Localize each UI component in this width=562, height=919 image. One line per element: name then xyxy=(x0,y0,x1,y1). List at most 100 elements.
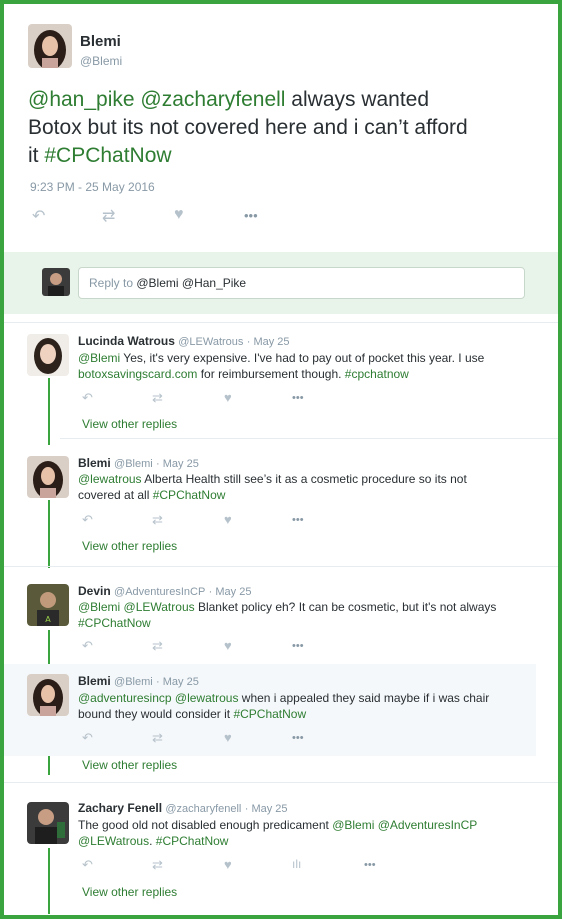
like-icon[interactable]: ♥ xyxy=(174,206,184,224)
reply-author-handle[interactable]: @LEWatrous xyxy=(178,336,243,348)
reply-icon[interactable]: ↶ xyxy=(82,638,93,654)
view-other-replies-link[interactable]: View other replies xyxy=(82,539,177,553)
reply-author-name[interactable]: Zachary Fenell xyxy=(78,801,162,815)
mention-link[interactable]: @zacharyfenell xyxy=(140,88,285,111)
reply-text-part: The good old not disabled enough predica… xyxy=(78,818,333,832)
reply-icon[interactable]: ↶ xyxy=(82,512,93,528)
reply-author-name[interactable]: Blemi xyxy=(78,674,111,688)
avatar[interactable]: A xyxy=(27,584,69,626)
thread-line xyxy=(48,500,50,568)
reply-date[interactable]: · May 25 xyxy=(247,336,290,348)
reply-author-handle[interactable]: @zacharyfenell xyxy=(165,803,241,815)
mention-link[interactable]: @adventuresincp @lewatrous xyxy=(78,691,238,705)
mention-link[interactable]: @han_pike xyxy=(28,88,135,111)
author-handle[interactable]: @Blemi xyxy=(80,54,122,68)
reply-mention: @Blemi xyxy=(136,276,179,290)
reply-text-part: Alberta Health still see’s it as a cosme… xyxy=(141,472,467,486)
avatar[interactable] xyxy=(28,24,72,68)
avatar[interactable] xyxy=(27,456,69,498)
avatar[interactable] xyxy=(27,674,69,716)
analytics-icon[interactable]: ılı xyxy=(292,857,301,871)
reply-text: @lewatrous Alberta Health still see’s it… xyxy=(78,471,528,503)
like-icon[interactable]: ♥ xyxy=(224,512,232,527)
reply-author-name[interactable]: Lucinda Watrous xyxy=(78,334,175,348)
reply-header: Blemi @Blemi · May 25 xyxy=(78,674,199,688)
retweet-icon[interactable]: ⇄ xyxy=(152,512,163,528)
reply-text-part: covered at all xyxy=(78,488,153,502)
url-link[interactable]: botoxsavingscard.com xyxy=(78,367,197,381)
like-icon[interactable]: ♥ xyxy=(224,390,232,405)
reply-icon[interactable]: ↶ xyxy=(32,206,45,226)
view-other-replies-link[interactable]: View other replies xyxy=(82,758,177,772)
tweet-text: @han_pike @zacharyfenell always wanted B… xyxy=(28,86,538,170)
mention-link[interactable]: @LEWatrous xyxy=(78,834,149,848)
reply-header: Devin @AdventuresInCP · May 25 xyxy=(78,584,251,598)
hashtag-link[interactable]: #CPChatNow xyxy=(156,834,229,848)
reply-icon[interactable]: ↶ xyxy=(82,857,93,873)
like-icon[interactable]: ♥ xyxy=(224,638,232,653)
thread-line xyxy=(48,378,50,445)
reply-text-part: for reimbursement though. xyxy=(197,367,345,381)
reply-author-handle[interactable]: @Blemi xyxy=(114,676,153,688)
svg-text:A: A xyxy=(45,615,51,624)
more-icon[interactable]: ••• xyxy=(244,208,258,223)
reply-header: Zachary Fenell @zacharyfenell · May 25 xyxy=(78,801,288,815)
reply-mention: @Han_Pike xyxy=(181,276,247,290)
like-icon[interactable]: ♥ xyxy=(224,730,232,745)
hashtag-link[interactable]: #CPChatNow xyxy=(153,488,226,502)
retweet-icon[interactable]: ⇄ xyxy=(102,206,115,226)
reply-date[interactable]: · May 25 xyxy=(245,803,288,815)
more-icon[interactable]: ••• xyxy=(292,732,304,744)
view-other-replies-link[interactable]: View other replies xyxy=(82,885,177,899)
like-icon[interactable]: ♥ xyxy=(224,857,232,872)
reply-author-handle[interactable]: @Blemi xyxy=(114,458,153,470)
avatar[interactable] xyxy=(27,334,69,376)
hashtag-link[interactable]: #CPChatNow xyxy=(78,616,151,630)
retweet-icon[interactable]: ⇄ xyxy=(152,730,163,746)
reply-date[interactable]: · May 25 xyxy=(156,458,199,470)
avatar xyxy=(42,268,70,296)
more-icon[interactable]: ••• xyxy=(292,392,304,404)
reply-input[interactable]: Reply to @Blemi @Han_Pike xyxy=(78,267,525,299)
divider xyxy=(4,782,558,783)
reply-author-handle[interactable]: @AdventuresInCP xyxy=(114,586,205,598)
mention-link[interactable]: @Blemi @LEWatrous xyxy=(78,600,195,614)
reply-placeholder: Reply to xyxy=(89,276,137,290)
tweet-text-part: it xyxy=(28,144,45,167)
view-other-replies-link[interactable]: View other replies xyxy=(82,417,177,431)
divider xyxy=(4,322,558,323)
reply-author-name[interactable]: Blemi xyxy=(78,456,111,470)
reply-text-part: . xyxy=(149,834,156,848)
more-icon[interactable]: ••• xyxy=(292,514,304,526)
thread-line xyxy=(48,848,50,914)
mention-link[interactable]: @Blemi xyxy=(78,351,120,365)
reply-text-part: when i appealed they said maybe if i was… xyxy=(238,691,490,705)
reply-date[interactable]: · May 25 xyxy=(156,676,199,688)
divider xyxy=(60,438,558,439)
hashtag-link[interactable]: #cpchatnow xyxy=(345,367,409,381)
reply-header: Lucinda Watrous @LEWatrous · May 25 xyxy=(78,334,290,348)
mention-link[interactable]: @lewatrous xyxy=(78,472,142,486)
tweet-text-part: always wanted xyxy=(285,88,430,111)
avatar[interactable] xyxy=(27,802,69,844)
more-icon[interactable]: ••• xyxy=(292,640,304,652)
hashtag-link[interactable]: #CPChatNow xyxy=(233,707,306,721)
author-name[interactable]: Blemi xyxy=(80,33,121,50)
reply-date[interactable]: · May 25 xyxy=(209,586,252,598)
retweet-icon[interactable]: ⇄ xyxy=(152,638,163,654)
hashtag-link[interactable]: #CPChatNow xyxy=(44,144,171,167)
reply-icon[interactable]: ↶ xyxy=(82,390,93,406)
retweet-icon[interactable]: ⇄ xyxy=(152,390,163,406)
tweet-timestamp[interactable]: 9:23 PM - 25 May 2016 xyxy=(30,180,155,194)
reply-author-name[interactable]: Devin xyxy=(78,584,111,598)
divider xyxy=(4,566,558,567)
mention-link[interactable]: @Blemi @AdventuresInCP xyxy=(332,818,477,832)
reply-icon[interactable]: ↶ xyxy=(82,730,93,746)
reply-header: Blemi @Blemi · May 25 xyxy=(78,456,199,470)
reply-text-part: bound they would consider it xyxy=(78,707,234,721)
more-icon[interactable]: ••• xyxy=(364,859,376,871)
retweet-icon[interactable]: ⇄ xyxy=(152,857,163,873)
reply-text: The good old not disabled enough predica… xyxy=(78,817,538,849)
reply-text: @Blemi @LEWatrous Blanket policy eh? It … xyxy=(78,599,528,631)
reply-text: @adventuresincp @lewatrous when i appeal… xyxy=(78,690,528,722)
